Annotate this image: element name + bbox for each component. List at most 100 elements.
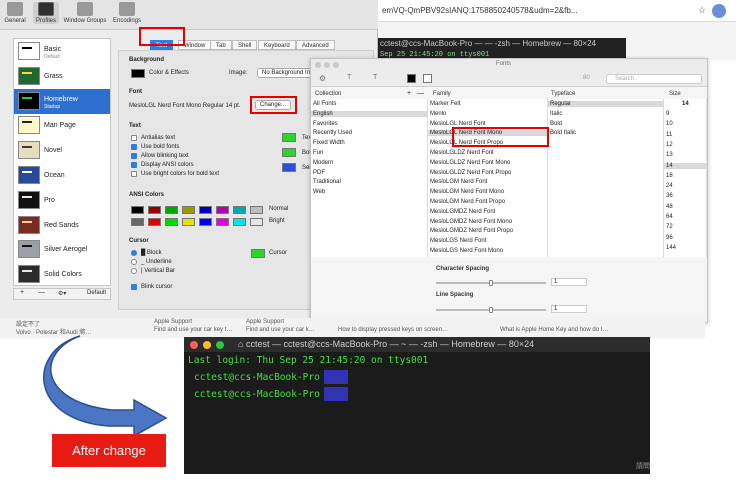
profile-item[interactable]: Novel	[14, 138, 110, 163]
size-item[interactable]: 72	[666, 224, 673, 230]
remove-collection-button[interactable]: —	[417, 90, 424, 97]
close-icon[interactable]	[315, 62, 321, 68]
ansi-color-swatch[interactable]	[233, 206, 246, 214]
text-color-swatch[interactable]	[282, 133, 296, 142]
size-item[interactable]: 9	[666, 111, 669, 117]
tab-shell[interactable]: Shell	[232, 40, 258, 50]
family-item[interactable]: MesloLGMDZ Nerd Font	[430, 209, 495, 215]
ansi-color-swatch[interactable]	[165, 206, 178, 214]
bookmark-5[interactable]: Apple Support	[246, 319, 284, 325]
ansi-color-swatch[interactable]	[250, 218, 263, 226]
family-item[interactable]: MesloLGM Nerd Font Propo	[430, 199, 505, 205]
text-option-checkbox[interactable]	[131, 153, 137, 159]
toolbar-window-groups[interactable]: Window Groups	[61, 2, 109, 24]
text-color-swatch[interactable]	[407, 74, 416, 83]
ansi-color-swatch[interactable]	[148, 206, 161, 214]
text-option-checkbox[interactable]	[131, 171, 137, 177]
ansi-color-swatch[interactable]	[233, 218, 246, 226]
profile-item[interactable]: Red Sands	[14, 213, 110, 238]
ansi-color-swatch[interactable]	[131, 218, 144, 226]
text-underline-icon[interactable]: T	[347, 74, 351, 81]
family-item[interactable]: MesloLGM Nerd Font	[430, 179, 487, 185]
size-item[interactable]: 36	[666, 193, 673, 199]
minimize-icon[interactable]	[324, 62, 330, 68]
size-input[interactable]: 14	[682, 101, 689, 107]
collection-item[interactable]: Favorites	[313, 121, 338, 127]
default-button[interactable]: Default	[87, 290, 106, 296]
family-item[interactable]: MesloLGLDZ Nerd Font Mono	[430, 160, 510, 166]
toolbar-general[interactable]: General	[4, 2, 26, 24]
size-item[interactable]: 13	[666, 152, 673, 158]
size-item[interactable]: 64	[666, 214, 673, 220]
tab-tab[interactable]: Tab	[210, 40, 232, 50]
profile-item[interactable]: Grass	[14, 64, 110, 89]
remove-profile-button[interactable]: —	[38, 289, 45, 296]
bookmark-3[interactable]: Apple Support	[154, 319, 192, 325]
add-profile-button[interactable]: +	[20, 289, 24, 296]
family-item[interactable]: MesloLGS Nerd Font	[430, 238, 486, 244]
size-item[interactable]: 12	[666, 142, 673, 148]
line-spacing-input[interactable]: 1	[551, 305, 587, 313]
family-item[interactable]: MesloLGL Nerd Font	[430, 121, 485, 127]
url-text[interactable]: emVQ-QmPBV92sIANQ:1758850240578&udm=2&fb…	[382, 6, 577, 15]
bookmark-7[interactable]: How to display pressed keys on screen…	[338, 327, 448, 333]
profile-item[interactable]: Basic Default	[14, 39, 110, 64]
family-item[interactable]: MesloLGS Nerd Font Mono	[430, 248, 503, 254]
background-color-swatch[interactable]	[131, 69, 145, 78]
cursor-style-radio[interactable]	[131, 268, 137, 274]
bookmark-8[interactable]: What is Apple Home Key and how do I…	[500, 327, 608, 333]
size-item[interactable]: 10	[666, 121, 673, 127]
ansi-color-swatch[interactable]	[182, 206, 195, 214]
tab-keyboard[interactable]: Keyboard	[258, 40, 296, 50]
ansi-color-swatch[interactable]	[131, 206, 144, 214]
size-item[interactable]: 144	[666, 245, 676, 251]
collection-item[interactable]: Modern	[313, 160, 333, 166]
collection-item[interactable]: English	[311, 110, 427, 117]
ansi-color-swatch[interactable]	[182, 218, 195, 226]
terminal-minimize-icon[interactable]	[203, 341, 211, 349]
text-option-checkbox[interactable]	[131, 135, 137, 141]
text-color-swatch[interactable]	[282, 148, 296, 157]
ansi-color-swatch[interactable]	[216, 218, 229, 226]
typeface-item[interactable]: Regular	[548, 101, 663, 107]
size-item[interactable]: 24	[666, 183, 673, 189]
size-item[interactable]: 11	[666, 132, 672, 138]
blink-cursor-checkbox[interactable]	[131, 284, 137, 290]
family-item[interactable]: Menlo	[430, 111, 446, 117]
ansi-color-swatch[interactable]	[216, 206, 229, 214]
family-item[interactable]: Marker Felt	[430, 101, 460, 107]
profile-actions-button[interactable]: ⚙▾	[58, 290, 66, 297]
collection-item[interactable]: Traditional	[313, 179, 341, 185]
terminal-zoom-icon[interactable]	[216, 341, 224, 349]
char-spacing-knob[interactable]	[489, 280, 493, 286]
document-color-swatch[interactable]	[423, 74, 432, 83]
profile-item[interactable]: Solid Colors	[14, 262, 110, 287]
typeface-item[interactable]: Italic	[550, 111, 562, 117]
typeface-item[interactable]: Bold	[550, 121, 562, 127]
collection-item[interactable]: PDF	[313, 170, 325, 176]
collection-item[interactable]: Fun	[313, 150, 323, 156]
star-icon[interactable]: ☆	[698, 5, 706, 16]
cursor-color-swatch[interactable]	[251, 249, 265, 258]
family-item[interactable]: MesloLGLDZ Nerd Font	[430, 150, 494, 156]
profile-item[interactable]: Homebrew Startup	[14, 88, 110, 114]
size-item[interactable]: 48	[666, 204, 673, 210]
cursor-style-radio[interactable]	[131, 259, 137, 265]
collection-item[interactable]: All Fonts	[313, 101, 336, 107]
font-search-input[interactable]: Search	[606, 74, 702, 84]
address-bar[interactable]: emVQ-QmPBV92sIANQ:1758850240578&udm=2&fb…	[376, 0, 736, 22]
line-spacing-knob[interactable]	[489, 307, 493, 313]
shadow-size-field[interactable]: 80	[583, 75, 590, 81]
tab-advanced[interactable]: Advanced	[296, 40, 335, 50]
ansi-color-swatch[interactable]	[165, 218, 178, 226]
profile-item[interactable]: Man Page	[14, 113, 110, 138]
collection-item[interactable]: Fixed Width	[313, 140, 345, 146]
profile-item[interactable]: Ocean	[14, 163, 110, 188]
family-item[interactable]: MesloLGMDZ Nerd Font Mono	[430, 219, 512, 225]
toolbar-profiles[interactable]: Profiles	[33, 2, 59, 24]
family-item[interactable]: MesloLGM Nerd Font Mono	[430, 189, 504, 195]
ansi-color-swatch[interactable]	[199, 206, 212, 214]
ansi-color-swatch[interactable]	[148, 218, 161, 226]
collection-item[interactable]: Web	[313, 189, 325, 195]
text-option-checkbox[interactable]	[131, 162, 137, 168]
